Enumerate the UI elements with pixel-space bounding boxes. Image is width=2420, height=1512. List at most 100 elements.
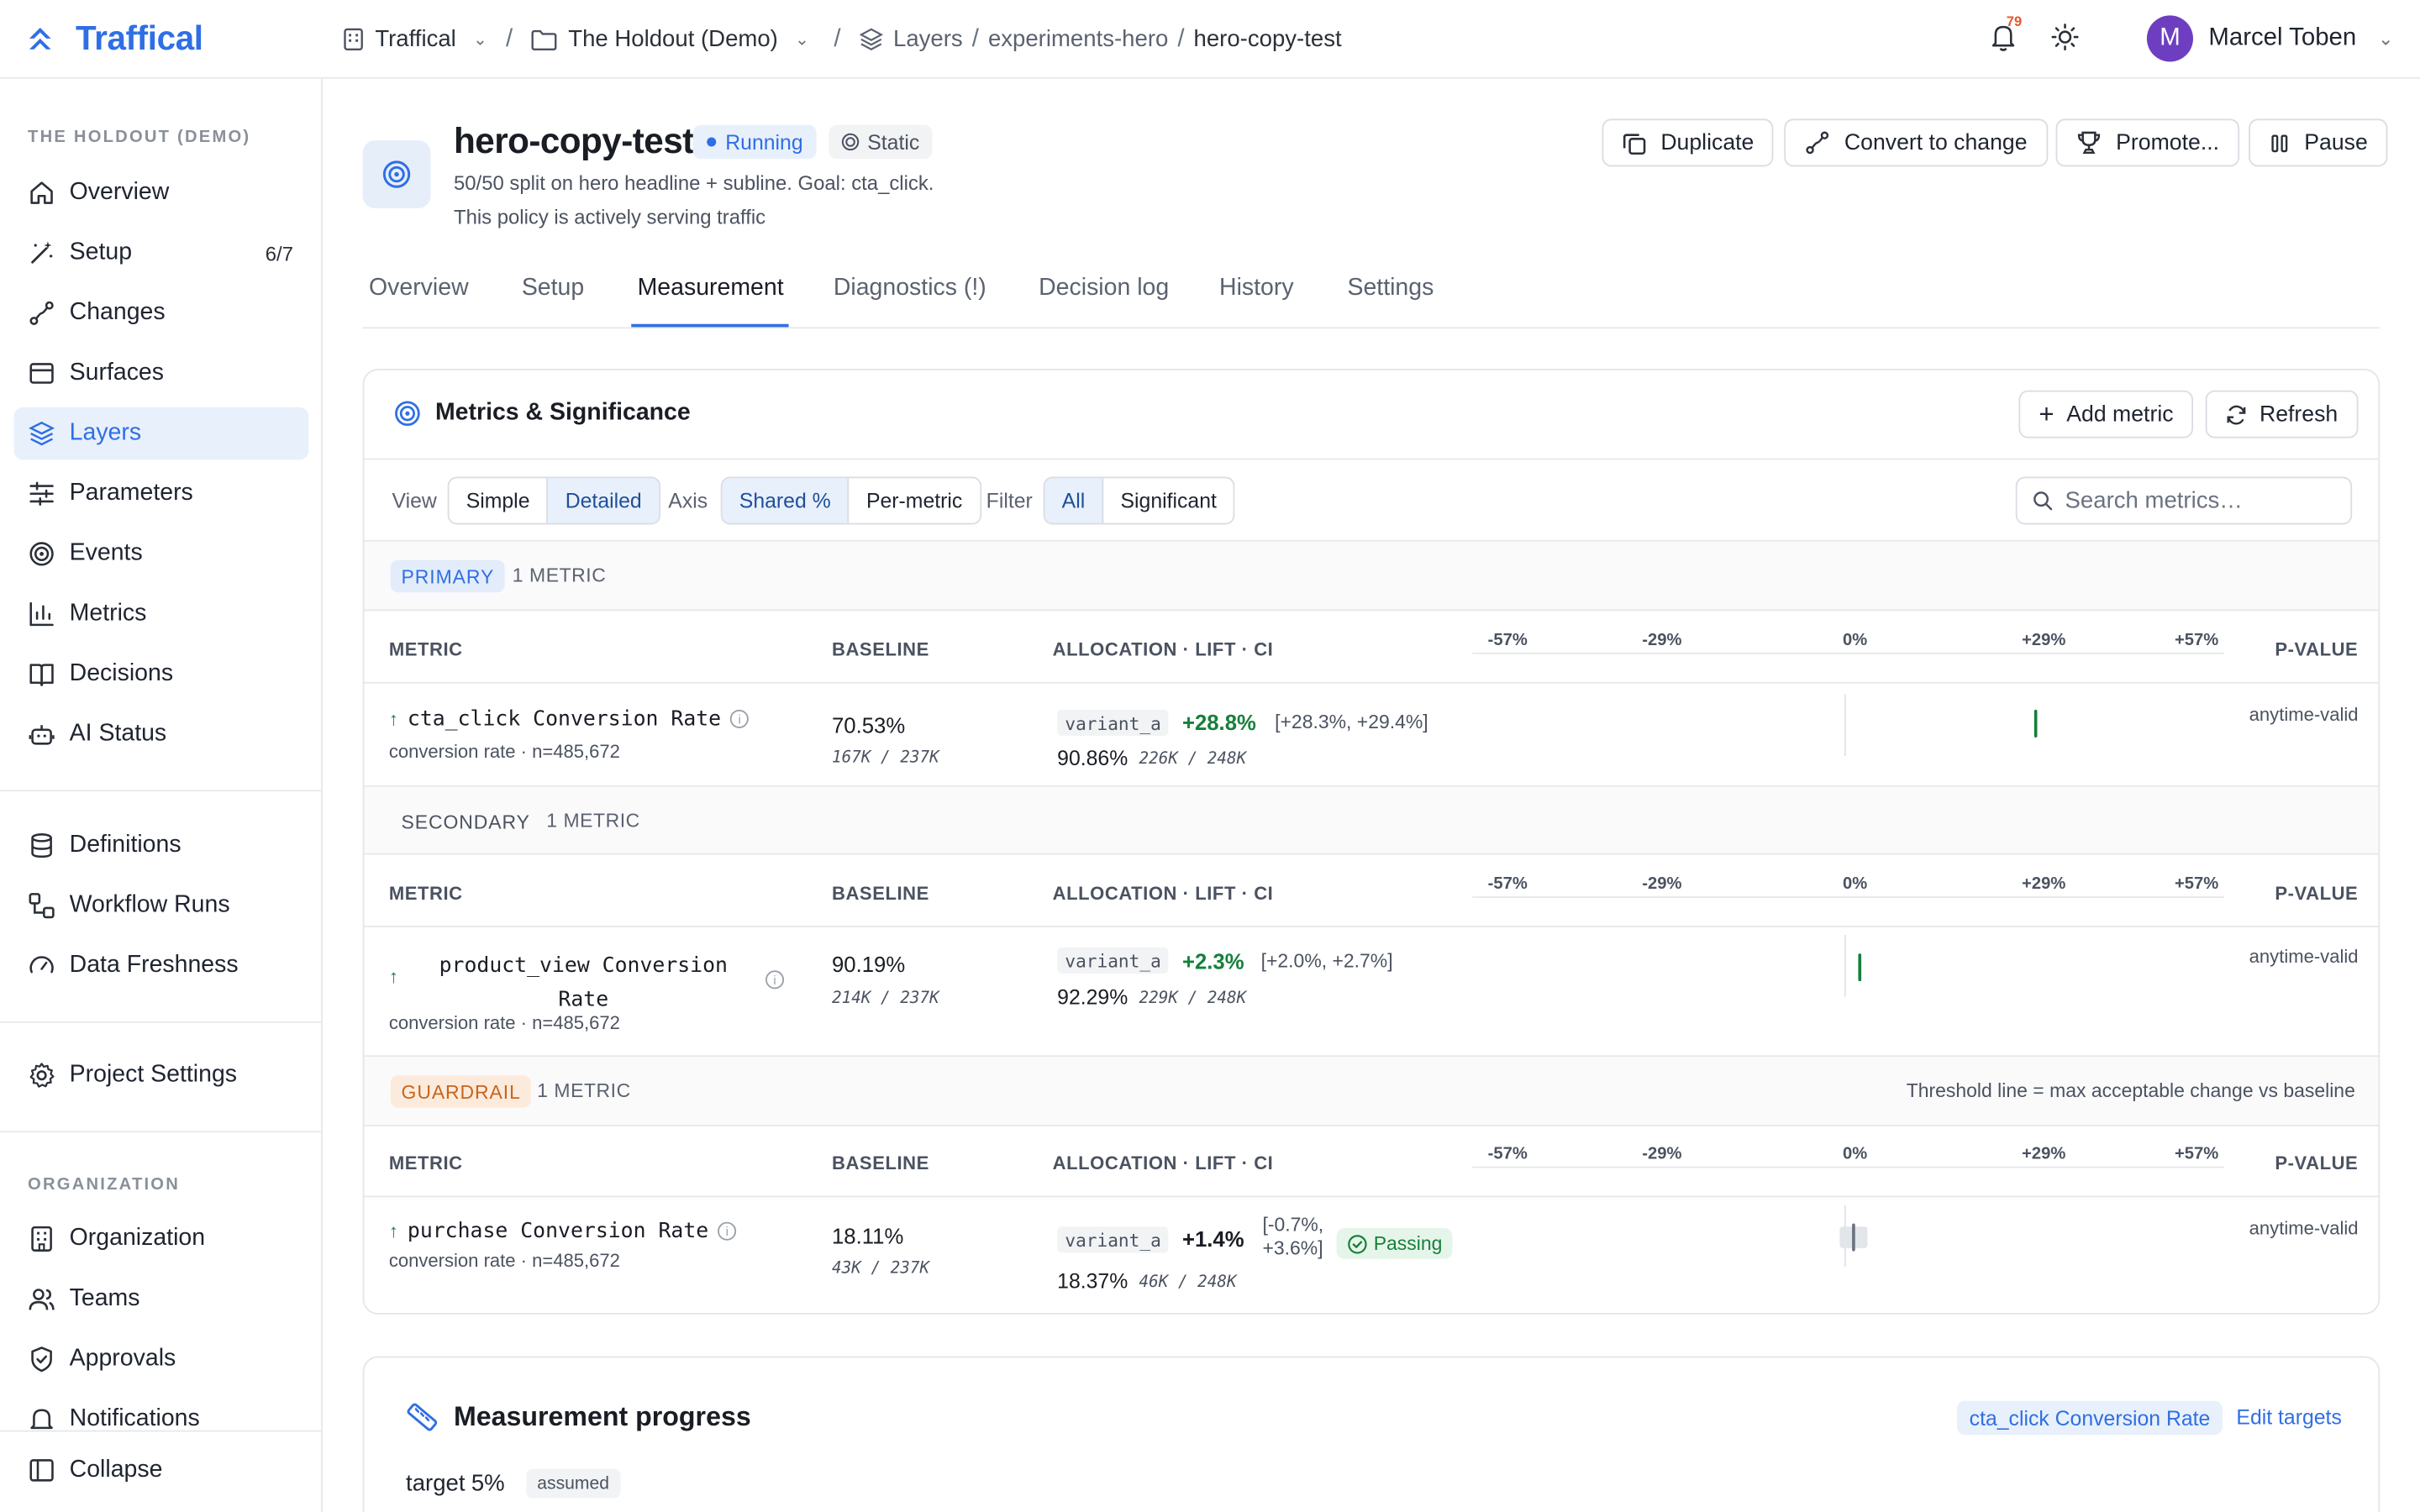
- promote-button[interactable]: Promote...: [2055, 118, 2239, 167]
- table-row[interactable]: ↑ purchase Conversion Rate i conversion …: [364, 1197, 2378, 1313]
- sidebar-item-parameters[interactable]: Parameters: [14, 468, 309, 520]
- breadcrumb-project[interactable]: The Holdout (Demo) ⌄: [531, 26, 809, 52]
- metrics-toolbar: View Simple Detailed Axis Shared % Per-m…: [364, 458, 2379, 542]
- axis-tick: +57%: [2174, 1144, 2219, 1163]
- sidebar-item-decisions[interactable]: Decisions: [14, 648, 309, 700]
- sidebar-item-data-freshness[interactable]: Data Freshness: [14, 940, 309, 992]
- tab-measurement[interactable]: Measurement: [638, 275, 784, 302]
- sidebar-item-changes[interactable]: Changes: [14, 287, 309, 339]
- sidebar-item-organization[interactable]: Organization: [14, 1213, 309, 1265]
- tab-overview[interactable]: Overview: [369, 275, 469, 302]
- group-count: 1 METRIC: [546, 810, 640, 832]
- sidebar: THE HOLDOUT (DEMO) Overview Setup 6/7 Ch…: [0, 78, 323, 1512]
- axis-per-metric-option[interactable]: Per-metric: [850, 478, 980, 522]
- view-toggle: Simple Detailed: [447, 476, 660, 525]
- trophy-icon: [2077, 131, 2101, 155]
- gear-icon: [28, 1062, 55, 1089]
- promote-label: Promote...: [2116, 130, 2220, 155]
- ci-bar: [2033, 709, 2038, 738]
- ci-line: [-0.7%,: [1262, 1214, 1324, 1236]
- add-metric-button[interactable]: + Add metric: [2018, 390, 2194, 438]
- duplicate-button[interactable]: Duplicate: [1602, 118, 1775, 167]
- user-menu[interactable]: M Marcel Toben ⌄: [2146, 15, 2393, 62]
- sidebar-item-ai-status[interactable]: AI Status: [14, 708, 309, 760]
- sidebar-item-setup[interactable]: Setup 6/7: [14, 227, 309, 279]
- sidebar-item-label: Metrics: [69, 600, 147, 627]
- breadcrumb-layers[interactable]: Layers: [859, 26, 963, 52]
- axis-shared-option[interactable]: Shared %: [722, 478, 850, 523]
- notification-count-badge: 79: [2006, 13, 2023, 29]
- sidebar-item-label: Surfaces: [69, 359, 165, 386]
- metric-subtitle: conversion rate · n=485,672: [388, 1249, 620, 1272]
- group-badge: GUARDRAIL: [390, 1075, 532, 1108]
- sidebar-item-overview[interactable]: Overview: [14, 166, 309, 218]
- sidebar-item-teams[interactable]: Teams: [14, 1273, 309, 1325]
- sidebar-divider: [0, 1430, 323, 1432]
- tab-diagnostics[interactable]: Diagnostics (!): [834, 275, 986, 302]
- sidebar-item-surfaces[interactable]: Surfaces: [14, 347, 309, 399]
- search-metrics[interactable]: [2015, 476, 2353, 525]
- sidebar-divider: [0, 1021, 323, 1023]
- column-metric: METRIC: [388, 638, 463, 661]
- sidebar-item-workflow-runs[interactable]: Workflow Runs: [14, 879, 309, 932]
- view-detailed-option[interactable]: Detailed: [548, 478, 659, 523]
- view-simple-option[interactable]: Simple: [449, 478, 549, 523]
- breadcrumb-org[interactable]: Traffical ⌄: [343, 26, 487, 52]
- wand-icon: [28, 239, 55, 267]
- baseline-value: 70.53%: [832, 712, 906, 738]
- breadcrumb-layer[interactable]: experiments-hero: [988, 26, 1168, 52]
- tab-setup[interactable]: Setup: [522, 275, 584, 302]
- zero-line: [1844, 935, 1846, 997]
- axis-tick: +29%: [2022, 1144, 2066, 1163]
- metrics-significance-card: Metrics & Significance + Add metric Refr…: [362, 368, 2381, 1315]
- search-icon: [2033, 491, 2053, 511]
- theme-toggle-sun-icon[interactable]: [2051, 24, 2079, 51]
- column-baseline: BASELINE: [832, 1152, 929, 1174]
- tab-settings[interactable]: Settings: [1347, 275, 1434, 302]
- measurement-progress-card: Measurement progress cta_click Conversio…: [362, 1356, 2381, 1512]
- sidebar-item-notifications[interactable]: Notifications: [14, 1394, 309, 1434]
- sidebar-item-definitions[interactable]: Definitions: [14, 819, 309, 871]
- sidebar-item-layers[interactable]: Layers: [13, 407, 309, 460]
- sidebar-item-events[interactable]: Events: [14, 528, 309, 580]
- variant-chip: variant_a: [1057, 947, 1169, 974]
- filter-all-option[interactable]: All: [1044, 478, 1104, 523]
- sidebar-item-project-settings[interactable]: Project Settings: [14, 1049, 309, 1101]
- axis-tick: +29%: [2022, 874, 2066, 894]
- tab-history[interactable]: History: [1219, 275, 1294, 302]
- search-input[interactable]: [2065, 487, 2328, 514]
- column-baseline: BASELINE: [832, 882, 929, 905]
- experiment-icon: [362, 140, 431, 208]
- sidebar-collapse-button[interactable]: Collapse: [14, 1444, 309, 1496]
- table-row[interactable]: ↑ product_view Conversion Rate i convers…: [364, 927, 2379, 1058]
- baseline-count: 167K / 237K: [832, 748, 939, 767]
- pause-button[interactable]: Pause: [2249, 118, 2388, 167]
- tab-decision-log[interactable]: Decision log: [1039, 275, 1169, 302]
- table-row[interactable]: ↑ cta_click Conversion Rate i conversion…: [364, 684, 2379, 787]
- info-icon[interactable]: i: [765, 970, 785, 990]
- refresh-button[interactable]: Refresh: [2205, 390, 2359, 438]
- variant-value: 18.37%: [1057, 1269, 1128, 1294]
- info-icon[interactable]: i: [730, 709, 750, 728]
- metric-subtitle: conversion rate · n=485,672: [388, 740, 620, 763]
- convert-to-change-button[interactable]: Convert to change: [1784, 118, 2048, 167]
- shield-check-icon: [28, 1346, 55, 1373]
- book-icon: [28, 660, 55, 688]
- primary-metric-pill[interactable]: cta_click Conversion Rate: [1956, 1400, 2223, 1436]
- sidebar-section-project: THE HOLDOUT (DEMO): [28, 128, 251, 147]
- sidebar-item-approvals[interactable]: Approvals: [14, 1333, 309, 1385]
- brand[interactable]: Traffical: [26, 18, 203, 59]
- edit-targets-link[interactable]: Edit targets: [2236, 1405, 2341, 1429]
- group-count: 1 METRIC: [512, 564, 607, 586]
- page-title: hero-copy-test: [454, 120, 694, 161]
- metric-name-text: purchase Conversion Rate: [407, 1219, 709, 1244]
- p-value: anytime-valid: [2249, 703, 2359, 726]
- column-pvalue: P-VALUE: [2275, 882, 2359, 905]
- filter-significant-option[interactable]: Significant: [1103, 478, 1234, 522]
- breadcrumb-separator: /: [834, 25, 841, 52]
- sidebar-item-label: Events: [69, 539, 143, 567]
- metric-name-line: product_view Conversion: [439, 953, 728, 979]
- sidebar-item-metrics[interactable]: Metrics: [14, 588, 309, 640]
- info-icon[interactable]: i: [718, 1221, 737, 1241]
- ci-bar: [1852, 1223, 1856, 1252]
